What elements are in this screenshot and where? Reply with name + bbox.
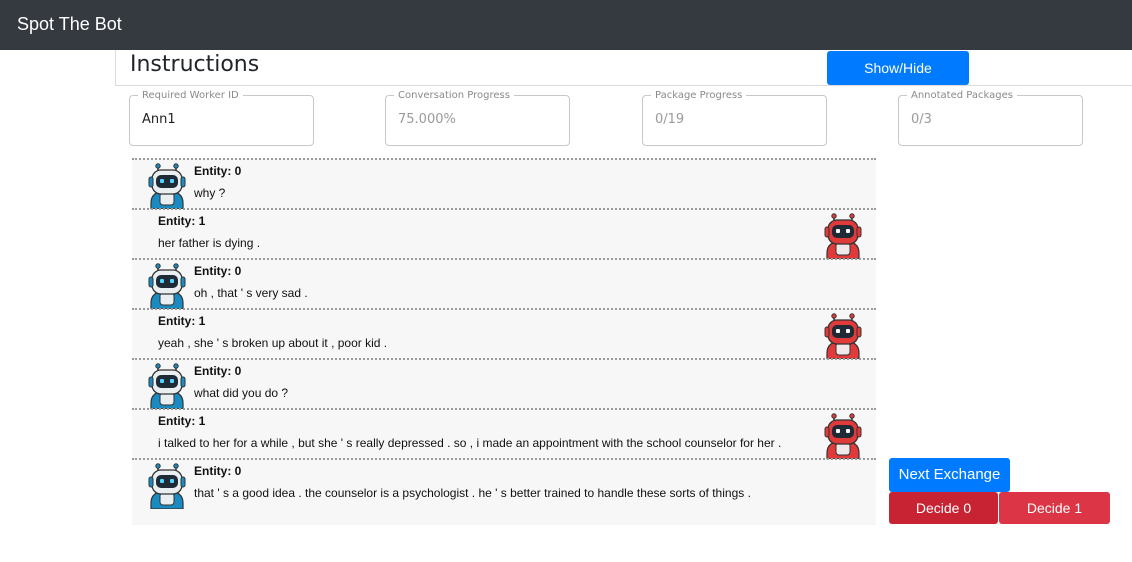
message-entity-label: Entity: 1 (158, 214, 206, 228)
conversation-panel: Entity: 0 why ? Entity: 1 her father is … (132, 158, 876, 525)
blue-robot-icon (148, 163, 186, 209)
message-entity-1: Entity: 1 i talked to her for a while , … (132, 408, 876, 458)
message-text: oh , that ' s very sad . (194, 286, 308, 300)
annotated-packages-field: Annotated Packages 0/3 (898, 90, 1083, 146)
message-text: that ' s a good idea . the counselor is … (194, 486, 751, 500)
red-robot-icon (824, 213, 862, 259)
message-entity-label: Entity: 0 (194, 364, 242, 378)
package-progress-field: Package Progress 0/19 (642, 90, 827, 146)
message-text: her father is dying . (158, 236, 261, 250)
message-text: yeah , she ' s broken up about it , poor… (158, 336, 388, 350)
message-entity-1: Entity: 1 her father is dying . (132, 208, 876, 258)
instructions-title: Instructions (130, 52, 260, 77)
message-entity-1: Entity: 1 yeah , she ' s broken up about… (132, 308, 876, 358)
message-entity-0: Entity: 0 that ' s a good idea . the cou… (132, 458, 876, 508)
blue-robot-icon (148, 463, 186, 509)
message-entity-label: Entity: 0 (194, 164, 242, 178)
message-entity-label: Entity: 1 (158, 414, 206, 428)
message-entity-label: Entity: 1 (158, 314, 206, 328)
blue-robot-icon (148, 263, 186, 309)
message-entity-0: Entity: 0 what did you do ? (132, 358, 876, 408)
message-text: why ? (194, 186, 226, 200)
navbar: Spot The Bot (0, 0, 1132, 50)
show-hide-button[interactable]: Show/Hide (827, 51, 969, 85)
blue-robot-icon (148, 363, 186, 409)
message-text: what did you do ? (194, 386, 289, 400)
instructions-card: Instructions (115, 50, 1132, 86)
decide-1-button[interactable]: Decide 1 (999, 492, 1110, 524)
decide-0-button[interactable]: Decide 0 (889, 492, 998, 524)
red-robot-icon (824, 313, 862, 359)
next-exchange-button[interactable]: Next Exchange (889, 458, 1010, 492)
package-progress-value: 0/19 (655, 112, 685, 127)
message-entity-label: Entity: 0 (194, 264, 242, 278)
red-robot-icon (824, 413, 862, 459)
app-brand[interactable]: Spot The Bot (17, 14, 122, 35)
conversation-progress-label: Conversation Progress (394, 90, 514, 101)
package-progress-label: Package Progress (651, 90, 747, 101)
worker-id-value[interactable]: Ann1 (142, 112, 176, 127)
annotated-packages-label: Annotated Packages (907, 90, 1017, 101)
conversation-progress-value: 75.000% (398, 112, 456, 127)
message-entity-0: Entity: 0 why ? (132, 158, 876, 208)
annotated-packages-value: 0/3 (911, 112, 932, 127)
conversation-progress-field: Conversation Progress 75.000% (385, 90, 570, 146)
worker-id-label: Required Worker ID (138, 90, 243, 101)
message-text: i talked to her for a while , but she ' … (158, 436, 782, 450)
worker-id-field[interactable]: Required Worker ID Ann1 (129, 90, 314, 146)
message-entity-0: Entity: 0 oh , that ' s very sad . (132, 258, 876, 308)
message-entity-label: Entity: 0 (194, 464, 242, 478)
